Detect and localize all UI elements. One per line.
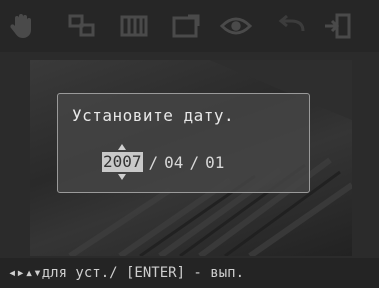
frame-icon[interactable] <box>170 10 202 42</box>
date-row: 2007 / 04 / 01 <box>102 144 224 180</box>
filter-icon[interactable] <box>118 10 150 42</box>
day-field[interactable]: 01 <box>205 153 224 172</box>
photo-preview: Установите дату. 2007 / 04 / 01 <box>0 52 379 258</box>
year-value: 2007 <box>103 152 142 171</box>
year-field[interactable]: 2007 <box>102 144 143 180</box>
hand-icon[interactable] <box>6 10 38 42</box>
exit-icon[interactable] <box>322 10 354 42</box>
month-field[interactable]: 04 <box>164 153 183 172</box>
status-bar: ◂▸▴▾для уст./ [ENTER] - вып. <box>0 258 379 288</box>
date-dialog: Установите дату. 2007 / 04 / 01 <box>57 93 310 193</box>
chevron-up-icon[interactable] <box>118 144 127 150</box>
status-hint: ◂▸▴▾для уст./ [ENTER] - вып. <box>8 265 245 281</box>
undo-icon[interactable] <box>276 10 308 42</box>
chevron-down-icon[interactable] <box>118 174 127 180</box>
crop-icon[interactable] <box>66 10 98 42</box>
eye-icon[interactable] <box>220 10 252 42</box>
date-separator: / <box>189 152 200 172</box>
dialog-title: Установите дату. <box>72 106 235 125</box>
date-separator: / <box>148 152 159 172</box>
toolbar <box>0 0 379 52</box>
